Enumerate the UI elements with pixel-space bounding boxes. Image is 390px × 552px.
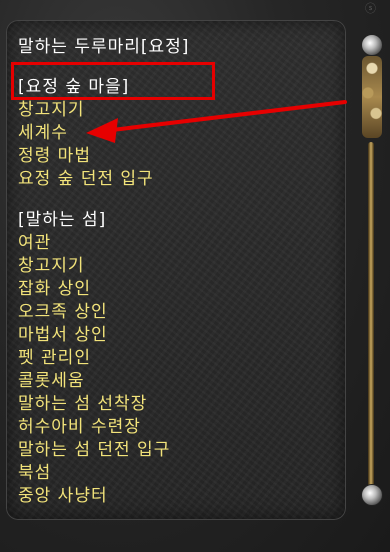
destination-item[interactable]: 정령 마법: [18, 145, 154, 168]
highlight-box: [11, 62, 215, 100]
destination-item[interactable]: 잡화 상인: [18, 278, 170, 301]
destination-item[interactable]: 창고지기: [18, 99, 154, 122]
destination-item[interactable]: 말하는 섬 던전 입구: [18, 439, 170, 462]
destination-item[interactable]: 콜롯세움: [18, 370, 170, 393]
section-talking-island: [말하는 섬] 여관 창고지기 잡화 상인 오크족 상인 마법서 상인 펫 관리…: [18, 209, 170, 508]
destination-item[interactable]: 펫 관리인: [18, 347, 170, 370]
scroll-track[interactable]: [368, 142, 374, 502]
destination-item[interactable]: 북섬: [18, 462, 170, 485]
destination-item[interactable]: 말하는 섬 선착장: [18, 393, 170, 416]
scroll-ornament-icon: [362, 56, 382, 138]
scrollbar[interactable]: [358, 22, 388, 512]
scroll-down-knob-icon[interactable]: [361, 484, 383, 506]
section-heading: [말하는 섬]: [18, 210, 107, 230]
corner-glyph: ⓢ: [365, 2, 376, 15]
destination-item[interactable]: 중앙 사냥터: [18, 485, 170, 508]
scroll-up-knob-icon[interactable]: [361, 34, 383, 56]
destination-item[interactable]: 세계수: [18, 122, 154, 145]
destination-item[interactable]: 허수아비 수련장: [18, 416, 170, 439]
destination-item[interactable]: 요정 숲 던전 입구: [18, 168, 154, 191]
destination-item[interactable]: 마법서 상인: [18, 324, 170, 347]
game-window: ⓢ 말하는 두루마리[요정] [요정 숲 마을] 창고지기 세계수 정령 마법 …: [0, 0, 390, 552]
dialog-title: 말하는 두루마리[요정]: [18, 37, 190, 57]
destination-item[interactable]: 창고지기: [18, 255, 170, 278]
destination-item[interactable]: 여관: [18, 232, 170, 255]
destination-item[interactable]: 오크족 상인: [18, 301, 170, 324]
